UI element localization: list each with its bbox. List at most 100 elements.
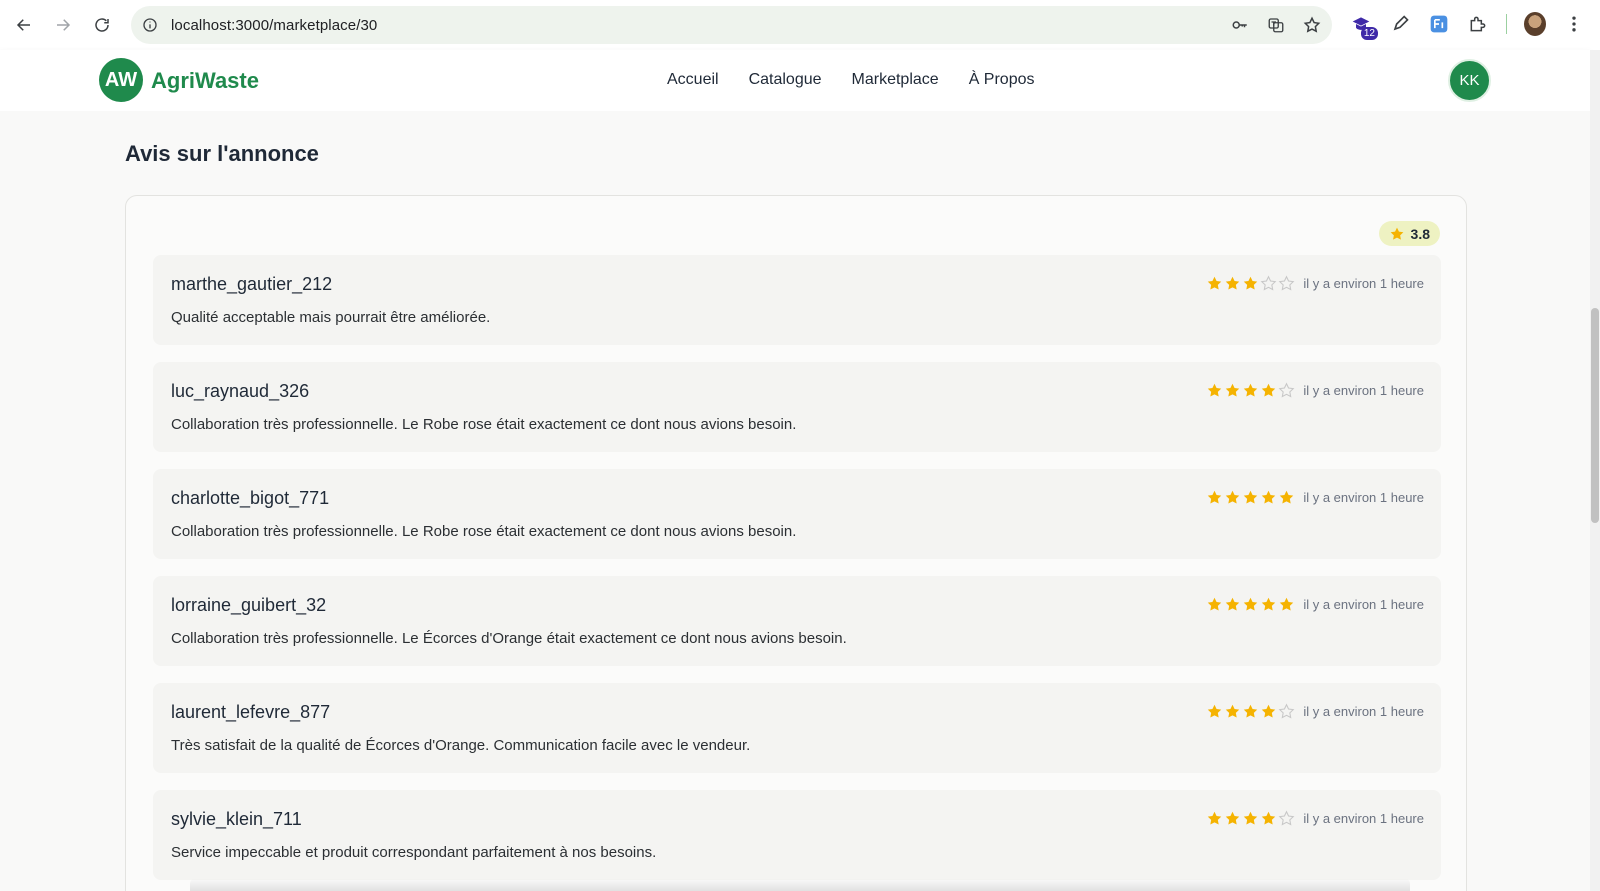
review-meta: il y a environ 1 heure: [1206, 596, 1424, 613]
star-rating: [1206, 810, 1295, 827]
logo-badge[interactable]: AW: [99, 58, 143, 102]
review-time: il y a environ 1 heure: [1303, 490, 1424, 505]
review-username: laurent_lefevre_877: [171, 702, 331, 722]
star-filled-icon: [1226, 276, 1240, 290]
reviews-section-title: Avis sur l'annonce: [125, 141, 319, 166]
star-empty-icon: [1260, 275, 1277, 291]
star-rating: [1206, 489, 1295, 506]
average-rating-value: 3.8: [1410, 225, 1430, 242]
nav-accueil[interactable]: Accueil: [667, 71, 719, 89]
star-filled-icon: [1244, 597, 1258, 611]
star-filled-icon: [1226, 383, 1240, 397]
reload-icon[interactable]: [91, 14, 113, 36]
review-username: sylvie_klein_711: [171, 809, 302, 829]
star-filled-icon: [1244, 811, 1258, 825]
review-username: marthe_gautier_212: [171, 274, 333, 294]
extension-cap-icon[interactable]: 12: [1350, 13, 1378, 40]
browser-menu-icon[interactable]: [1563, 13, 1585, 35]
review-comment: Service impeccable et produit correspond…: [171, 844, 657, 861]
password-key-icon[interactable]: [1230, 15, 1250, 35]
review-time: il y a environ 1 heure: [1303, 704, 1424, 719]
star-filled-icon: [1208, 811, 1222, 825]
star-empty-icon: [1278, 703, 1295, 719]
star-filled-icon: [1262, 811, 1276, 825]
review-item: marthe_gautier_212 Qualité acceptable mai…: [153, 255, 1441, 345]
star-filled-icon: [1226, 704, 1240, 718]
average-rating-badge: 3.8: [1378, 221, 1440, 246]
star-rating: [1206, 596, 1295, 613]
review-time: il y a environ 1 heure: [1303, 383, 1424, 398]
star-filled-icon: [1208, 490, 1222, 504]
star-filled-icon: [1244, 704, 1258, 718]
star-rating: [1206, 275, 1295, 292]
nav-catalogue[interactable]: Catalogue: [749, 71, 822, 89]
review-meta: il y a environ 1 heure: [1206, 489, 1424, 506]
brand-name[interactable]: AgriWaste: [151, 68, 259, 94]
user-avatar[interactable]: KK: [1448, 59, 1491, 102]
review-username: luc_raynaud_326: [171, 381, 310, 401]
review-item: charlotte_bigot_771 Collaboration très pr…: [153, 469, 1441, 559]
review-username: lorraine_guibert_32: [171, 595, 327, 615]
review-comment: Qualité acceptable mais pourrait être am…: [171, 309, 491, 326]
star-filled-icon: [1244, 383, 1258, 397]
translate-icon[interactable]: [1266, 15, 1286, 35]
main-content: Avis sur l'annonce 3.8 marthe_gautier_21…: [0, 111, 1590, 891]
star-empty-icon: [1278, 810, 1295, 826]
star-filled-icon: [1280, 597, 1294, 611]
review-item: sylvie_klein_711 Service impeccable et pr…: [153, 790, 1441, 880]
star-empty-icon: [1278, 382, 1295, 398]
nav-a-propos[interactable]: À Propos: [969, 71, 1035, 89]
scrollbar-thumb[interactable]: [1591, 308, 1599, 523]
star-filled-icon: [1208, 383, 1222, 397]
review-comment: Collaboration très professionnelle. Le R…: [171, 416, 797, 433]
review-time: il y a environ 1 heure: [1303, 597, 1424, 612]
eyedropper-icon[interactable]: [1389, 13, 1411, 35]
star-filled-icon: [1208, 276, 1222, 290]
review-username: charlotte_bigot_771: [171, 488, 330, 508]
review-comment: Collaboration très professionnelle. Le R…: [171, 523, 797, 540]
review-meta: il y a environ 1 heure: [1206, 275, 1424, 292]
nav-marketplace[interactable]: Marketplace: [852, 71, 939, 89]
star-rating: [1206, 703, 1295, 720]
forward-arrow-icon[interactable]: [52, 14, 74, 36]
star-filled-icon: [1262, 704, 1276, 718]
bottom-shadow: [190, 878, 1410, 891]
review-time: il y a environ 1 heure: [1303, 811, 1424, 826]
page-scrollbar[interactable]: [1590, 50, 1600, 891]
review-meta: il y a environ 1 heure: [1206, 810, 1424, 827]
star-filled-icon: [1226, 811, 1240, 825]
review-item: lorraine_guibert_32 Collaboration très pr…: [153, 576, 1441, 666]
star-filled-icon: [1280, 490, 1294, 504]
toolbar-divider: [1506, 14, 1507, 34]
star-filled-icon: [1244, 276, 1258, 290]
star-icon: [1390, 227, 1403, 240]
review-comment: Très satisfait de la qualité de Écorces …: [171, 737, 751, 754]
site-info-icon[interactable]: [141, 16, 159, 34]
browser-toolbar: localhost:3000/marketplace/30 12: [0, 0, 1600, 50]
star-filled-icon: [1208, 597, 1222, 611]
star-filled-icon: [1226, 597, 1240, 611]
review-time: il y a environ 1 heure: [1303, 276, 1424, 291]
review-meta: il y a environ 1 heure: [1206, 703, 1424, 720]
star-filled-icon: [1226, 490, 1240, 504]
profile-avatar[interactable]: [1524, 12, 1546, 36]
extension-fi-icon[interactable]: [1428, 13, 1450, 35]
review-meta: il y a environ 1 heure: [1206, 382, 1424, 399]
star-rating: [1206, 382, 1295, 399]
address-bar[interactable]: localhost:3000/marketplace/30: [131, 6, 1332, 44]
extension-badge: 12: [1360, 27, 1378, 40]
star-filled-icon: [1262, 490, 1276, 504]
bookmark-star-icon[interactable]: [1302, 15, 1322, 35]
star-filled-icon: [1262, 597, 1276, 611]
star-filled-icon: [1208, 704, 1222, 718]
main-nav: Accueil Catalogue Marketplace À Propos: [667, 71, 1035, 89]
review-item: luc_raynaud_326 Collaboration très profes…: [153, 362, 1441, 452]
app-header: AW AgriWaste Accueil Catalogue Marketpla…: [0, 50, 1590, 111]
star-filled-icon: [1262, 383, 1276, 397]
extensions-puzzle-icon[interactable]: [1467, 13, 1489, 35]
back-arrow-icon[interactable]: [13, 14, 35, 36]
reviews-card: 3.8 marthe_gautier_212 Qualité acceptable…: [125, 195, 1467, 891]
url-text[interactable]: localhost:3000/marketplace/30: [171, 17, 377, 34]
star-empty-icon: [1278, 275, 1295, 291]
star-filled-icon: [1244, 490, 1258, 504]
